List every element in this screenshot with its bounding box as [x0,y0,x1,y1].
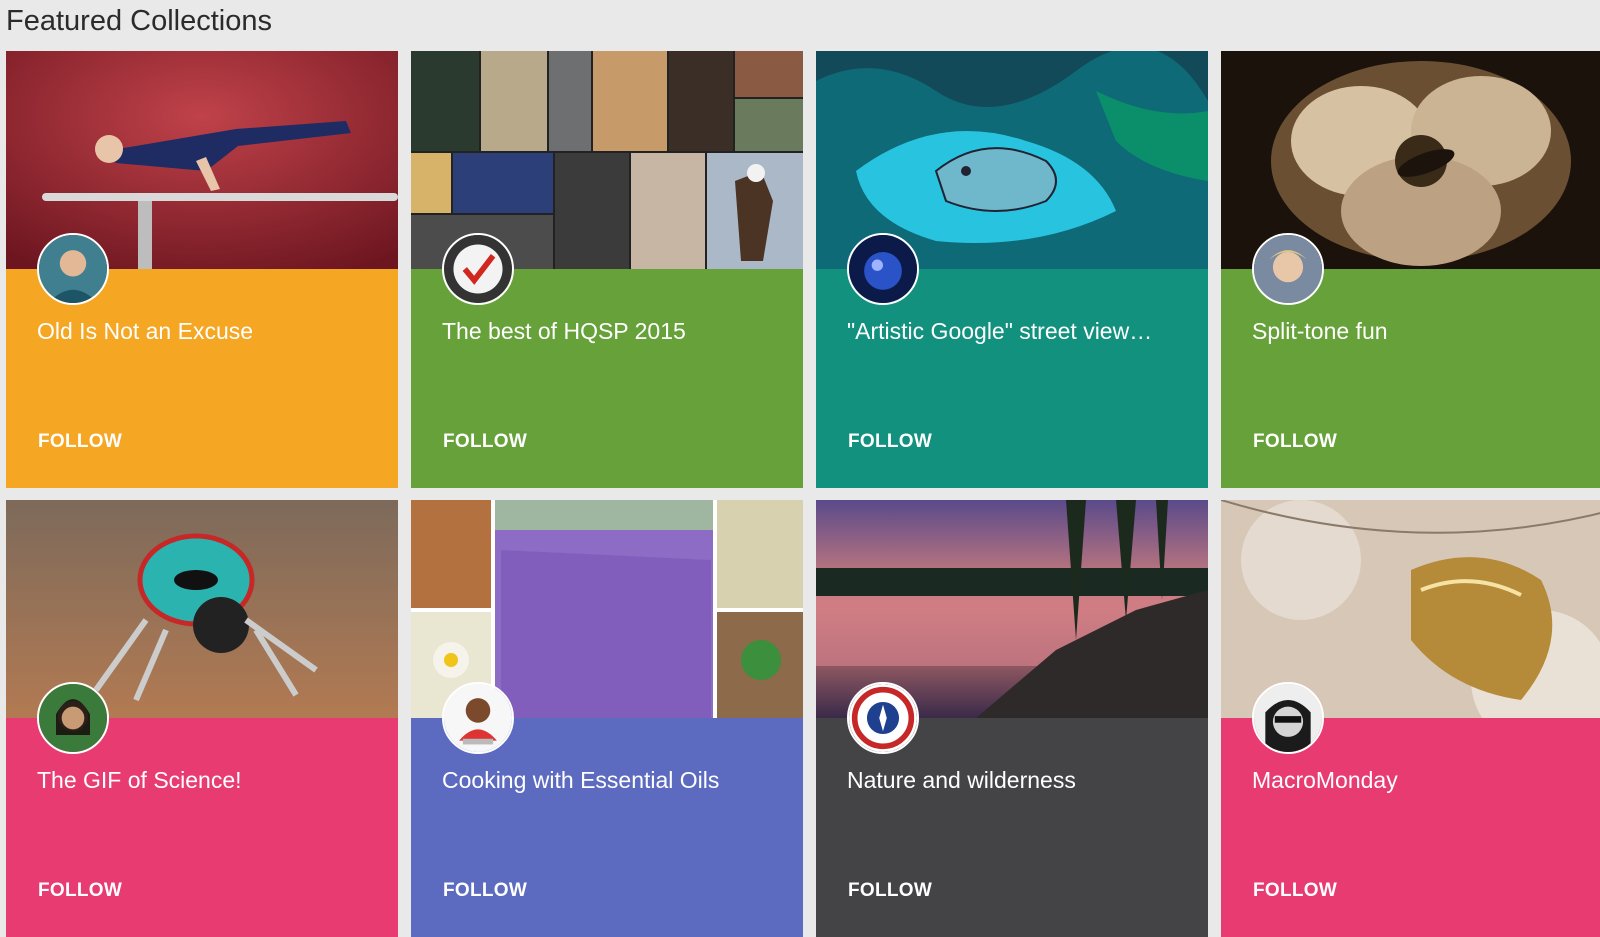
collection-card-nature-and-wilderness[interactable]: Nature and wilderness FOLLOW [816,500,1208,937]
collection-card-split-tone-fun[interactable]: Split-tone fun FOLLOW [1221,51,1600,488]
card-title[interactable]: Split-tone fun [1252,316,1587,346]
collections-grid: Old Is Not an Excuse FOLLOW The best of … [6,51,1600,937]
collection-card-cooking-with-essential-oils[interactable]: Cooking with Essential Oils FOLLOW [411,500,803,937]
follow-button[interactable]: FOLLOW [38,431,122,453]
follow-button[interactable]: FOLLOW [1253,880,1337,902]
avatar[interactable] [442,233,514,305]
collection-card-best-of-hqsp-2015[interactable]: The best of HQSP 2015 FOLLOW [411,51,803,488]
follow-button[interactable]: FOLLOW [443,431,527,453]
avatar[interactable] [847,233,919,305]
card-title[interactable]: Old Is Not an Excuse [37,316,372,346]
avatar[interactable] [847,682,919,754]
avatar[interactable] [37,682,109,754]
card-title[interactable]: The GIF of Science! [37,765,372,795]
follow-button[interactable]: FOLLOW [848,880,932,902]
collection-card-old-is-not-an-excuse[interactable]: Old Is Not an Excuse FOLLOW [6,51,398,488]
avatar[interactable] [442,682,514,754]
card-title[interactable]: Cooking with Essential Oils [442,765,777,795]
avatar[interactable] [1252,682,1324,754]
card-title[interactable]: "Artistic Google" street view… [847,316,1182,346]
collection-card-gif-of-science[interactable]: The GIF of Science! FOLLOW [6,500,398,937]
collection-card-artistic-google-street-view[interactable]: "Artistic Google" street view… FOLLOW [816,51,1208,488]
follow-button[interactable]: FOLLOW [443,880,527,902]
avatar[interactable] [37,233,109,305]
collection-card-macromonday[interactable]: MacroMonday FOLLOW [1221,500,1600,937]
follow-button[interactable]: FOLLOW [1253,431,1337,453]
card-title[interactable]: Nature and wilderness [847,765,1182,795]
follow-button[interactable]: FOLLOW [848,431,932,453]
avatar[interactable] [1252,233,1324,305]
card-title[interactable]: MacroMonday [1252,765,1587,795]
follow-button[interactable]: FOLLOW [38,880,122,902]
section-title: Featured Collections [6,5,272,37]
card-title[interactable]: The best of HQSP 2015 [442,316,777,346]
